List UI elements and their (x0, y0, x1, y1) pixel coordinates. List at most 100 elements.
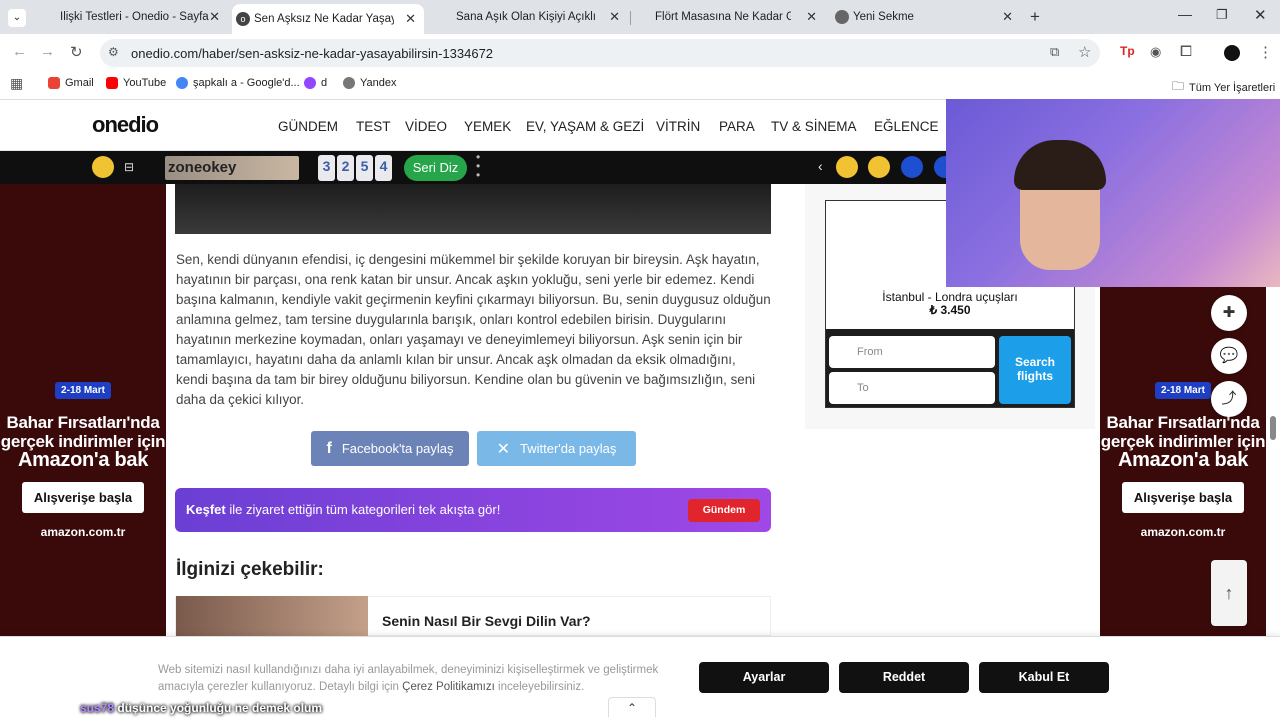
zoneokey-logo[interactable]: zoneokey (165, 156, 299, 180)
bookmark-star-icon[interactable]: ☆ (1078, 43, 1091, 61)
bookmark-youtube[interactable]: YouTube (106, 77, 166, 89)
from-field[interactable]: From (829, 336, 995, 368)
minimize-button[interactable]: — (1178, 6, 1192, 22)
more-dots-icon[interactable]: • • • (476, 151, 480, 181)
tab-sana-asik[interactable]: Sana Aşık Olan Kişiyi Açıklıyoru ✕ (434, 4, 628, 30)
scrollbar-thumb[interactable] (1270, 416, 1276, 440)
search-flights-button[interactable]: Search flights (999, 336, 1071, 404)
chrome-icon (835, 10, 849, 24)
site-info-icon[interactable]: ⚙ (108, 45, 119, 59)
menu-kebab-icon[interactable]: ⋮ (1258, 43, 1273, 61)
philips-badge-icon[interactable] (901, 156, 923, 178)
sad-emoji-icon[interactable] (836, 156, 858, 178)
chat-message: düşünce yoğunluğu ne demek olum (117, 701, 323, 715)
zoneokey-label: zoneokey (168, 159, 237, 176)
close-icon[interactable]: ✕ (1002, 9, 1013, 25)
install-app-icon[interactable]: ⧉ (1050, 44, 1059, 60)
cookie-policy-link[interactable]: Çerez Politikamızı (402, 681, 495, 693)
close-icon[interactable]: ✕ (209, 9, 220, 25)
to-placeholder: To (857, 382, 869, 394)
tab-flort-masasi[interactable]: Flört Masasına Ne Kadar Güçlü ✕ (633, 4, 825, 30)
extensions-puzzle-icon[interactable]: ⧠ (1180, 43, 1192, 60)
bookmark-gmail[interactable]: Gmail (48, 77, 94, 89)
game-mode-icon[interactable]: ⊟ (124, 160, 134, 174)
bookmark-google[interactable]: şapkalı a - Google'd... (176, 77, 300, 89)
maximize-button[interactable]: ❐ (1216, 7, 1228, 23)
nav-tv-sinema[interactable]: TV & SİNEMA (771, 119, 857, 134)
nav-eglence[interactable]: EĞLENCE (874, 119, 939, 134)
globe-icon (343, 77, 355, 89)
cookie-accept-button[interactable]: Kabul Et (979, 662, 1109, 693)
ad-shop-button[interactable]: Alışverişe başla (1121, 482, 1245, 513)
webcam-overlay (946, 99, 1280, 287)
search-line-1: Search (1014, 355, 1056, 369)
url-text[interactable]: onedio.com/haber/sen-asksiz-ne-kadar-yas… (131, 46, 493, 61)
scroll-to-top-button[interactable]: ↑ (1211, 560, 1247, 626)
close-icon[interactable]: ✕ (609, 9, 620, 25)
close-icon[interactable]: ✕ (806, 9, 817, 25)
result-paragraph: Sen, kendi dünyanın efendisi, iç dengesi… (176, 252, 771, 407)
chevron-up-icon[interactable]: ⌃ (608, 697, 656, 717)
cookie-reject-button[interactable]: Reddet (839, 662, 969, 693)
bookmark-d[interactable]: d (304, 77, 327, 89)
gmail-icon (48, 77, 60, 89)
okey-tile: 3 (318, 155, 335, 181)
facebook-icon: f (326, 439, 332, 457)
gundem-button[interactable]: Gündem (688, 499, 760, 522)
nav-ev-yasam-gezi[interactable]: EV, YAŞAM & GEZİ (526, 119, 644, 134)
okey-tile: 4 (375, 155, 392, 181)
new-tab-button[interactable]: + (1030, 7, 1040, 27)
comments-button[interactable]: 💬 (1211, 338, 1247, 374)
left-ad[interactable]: 2-18 Mart Bahar Fırsatları'nda gerçek in… (0, 184, 166, 636)
window-close-button[interactable]: ✕ (1254, 6, 1267, 24)
nav-video[interactable]: VİDEO (405, 119, 447, 134)
nav-para[interactable]: PARA (719, 119, 755, 134)
cookie-settings-button[interactable]: Ayarlar (699, 662, 829, 693)
stream-chat-caption: sus78 düşünce yoğunluğu ne demek olum (80, 701, 322, 715)
tab-iliski-testleri[interactable]: İlişki Testleri - Onedio - Sayfa 5 ✕ (38, 4, 228, 30)
related-card-title[interactable]: Senin Nasıl Bir Sevgi Dilin Var? (382, 613, 591, 629)
related-heading: İlginizi çekebilir: (176, 559, 324, 580)
close-icon[interactable]: ✕ (405, 11, 416, 27)
chevron-left-icon[interactable]: ‹ (818, 158, 823, 174)
share-button[interactable]: ⤴ (1211, 381, 1247, 417)
extension-tp-icon[interactable]: Tp (1120, 44, 1135, 58)
smile-emoji-icon[interactable] (868, 156, 890, 178)
ad-headline-3: Amazon'a bak (17, 449, 149, 471)
tab-search-icon[interactable]: ⌄ (8, 9, 26, 27)
ad-date-badge: 2-18 Mart (55, 382, 111, 399)
ad-headline-1: Bahar Fırsatları'nda (1106, 413, 1260, 432)
reload-icon[interactable]: ↻ (70, 43, 83, 61)
save-bookmark-button[interactable]: ✚ (1211, 295, 1247, 331)
tab-sen-asksiz[interactable]: o Sen Aşksız Ne Kadar Yaşayabilir ✕ (232, 4, 424, 34)
share-twitter-button[interactable]: ✕ Twitter'da paylaş (477, 431, 636, 466)
forward-icon[interactable]: → (40, 43, 55, 60)
kesfet-banner[interactable]: Keşfet ile ziyaret ettiğin tüm kategoril… (175, 488, 771, 532)
profile-avatar[interactable] (1224, 45, 1240, 61)
nav-test[interactable]: TEST (356, 119, 391, 134)
chat-username: sus78 (80, 701, 115, 715)
kesfet-text: ile ziyaret ettiğin tüm kategorileri tek… (225, 502, 501, 517)
nav-vitrin[interactable]: VİTRİN (656, 119, 700, 134)
to-field[interactable]: To (829, 372, 995, 404)
amazon-logo: amazon.com.tr (40, 525, 126, 539)
onedio-logo[interactable]: onedio (92, 112, 159, 138)
ad-shop-button[interactable]: Alışverişe başla (21, 482, 145, 513)
nav-gundem[interactable]: GÜNDEM (278, 119, 338, 134)
nav-yemek[interactable]: YEMEK (464, 119, 511, 134)
tab-yeni-sekme[interactable]: Yeni Sekme ✕ (831, 4, 1021, 30)
share-facebook-button[interactable]: f Facebook'ta paylaş (311, 431, 469, 466)
twitch-icon (304, 77, 316, 89)
bookmark-yandex[interactable]: Yandex (343, 77, 397, 89)
tab-title: Sana Aşık Olan Kişiyi Açıklıyoru (456, 11, 596, 23)
extension-icon[interactable]: ◉ (1150, 44, 1161, 60)
related-card-image[interactable] (176, 596, 368, 636)
back-icon[interactable]: ← (12, 43, 27, 60)
kesfet-bold: Keşfet (186, 502, 226, 517)
seri-diz-button[interactable]: Seri Diz (404, 155, 467, 181)
search-line-2: flights (1017, 369, 1053, 383)
x-logo-icon: ✕ (496, 440, 510, 458)
apps-grid-icon[interactable]: ▦ (10, 75, 23, 92)
all-bookmarks[interactable]: 🗀 Tüm Yer İşaretleri (1172, 77, 1275, 98)
game-face-icon[interactable] (92, 156, 114, 178)
